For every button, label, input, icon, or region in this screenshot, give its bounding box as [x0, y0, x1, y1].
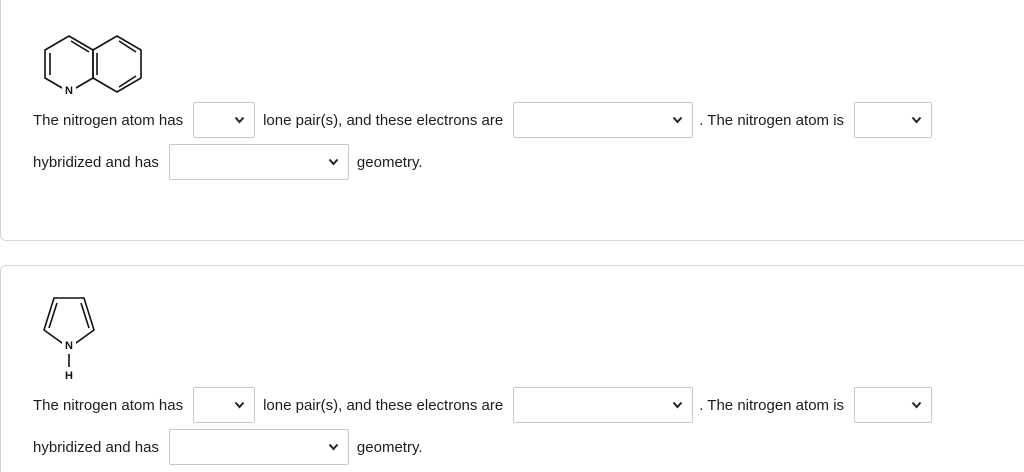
- question-1-line-1: The nitrogen atom has lone pair(s), and …: [33, 102, 940, 138]
- pyrrole-structure: N H: [38, 292, 102, 384]
- q1-electrons-are-dropdown[interactable]: [513, 102, 694, 138]
- chevron-down-icon: [672, 116, 683, 124]
- quinoline-nitrogen-label: N: [65, 85, 73, 97]
- quinoline-structure: N: [40, 26, 150, 98]
- chevron-down-icon: [328, 158, 339, 166]
- q1-text-geometry: geometry.: [356, 153, 423, 171]
- q2-geometry-dropdown[interactable]: [168, 429, 349, 465]
- q2-electrons-are-dropdown[interactable]: [513, 387, 694, 423]
- q2-text-hybridized: hybridized and has: [33, 438, 159, 456]
- chevron-down-icon: [234, 401, 245, 409]
- question-2-line-1: The nitrogen atom has lone pair(s), and …: [33, 387, 940, 423]
- q1-text-nitrogen-is: . The nitrogen atom is: [699, 111, 845, 129]
- chevron-down-icon: [911, 401, 922, 409]
- q2-text-nitrogen-is: . The nitrogen atom is: [699, 396, 845, 414]
- q1-lone-pairs-dropdown[interactable]: [193, 102, 256, 138]
- pyrrole-hydrogen-label: H: [65, 370, 73, 382]
- chevron-down-icon: [911, 116, 922, 124]
- q1-text-nitrogen-has: The nitrogen atom has: [33, 111, 184, 129]
- q1-text-lone-pairs: lone pair(s), and these electrons are: [263, 111, 504, 129]
- chevron-down-icon: [328, 443, 339, 451]
- q2-text-geometry: geometry.: [356, 438, 423, 456]
- question-1-line-2: hybridized and has geometry.: [33, 144, 423, 180]
- chevron-down-icon: [672, 401, 683, 409]
- page: N The nitrogen atom has lone pair(s), an…: [0, 0, 1024, 472]
- q2-hybridization-dropdown[interactable]: [854, 387, 933, 423]
- question-2-line-2: hybridized and has geometry.: [33, 429, 423, 465]
- chevron-down-icon: [234, 116, 245, 124]
- q2-text-nitrogen-has: The nitrogen atom has: [33, 396, 184, 414]
- pyrrole-nitrogen-label: N: [65, 340, 73, 352]
- q2-lone-pairs-dropdown[interactable]: [193, 387, 256, 423]
- q1-hybridization-dropdown[interactable]: [854, 102, 933, 138]
- q1-geometry-dropdown[interactable]: [168, 144, 349, 180]
- q2-text-lone-pairs: lone pair(s), and these electrons are: [263, 396, 504, 414]
- q1-text-hybridized: hybridized and has: [33, 153, 159, 171]
